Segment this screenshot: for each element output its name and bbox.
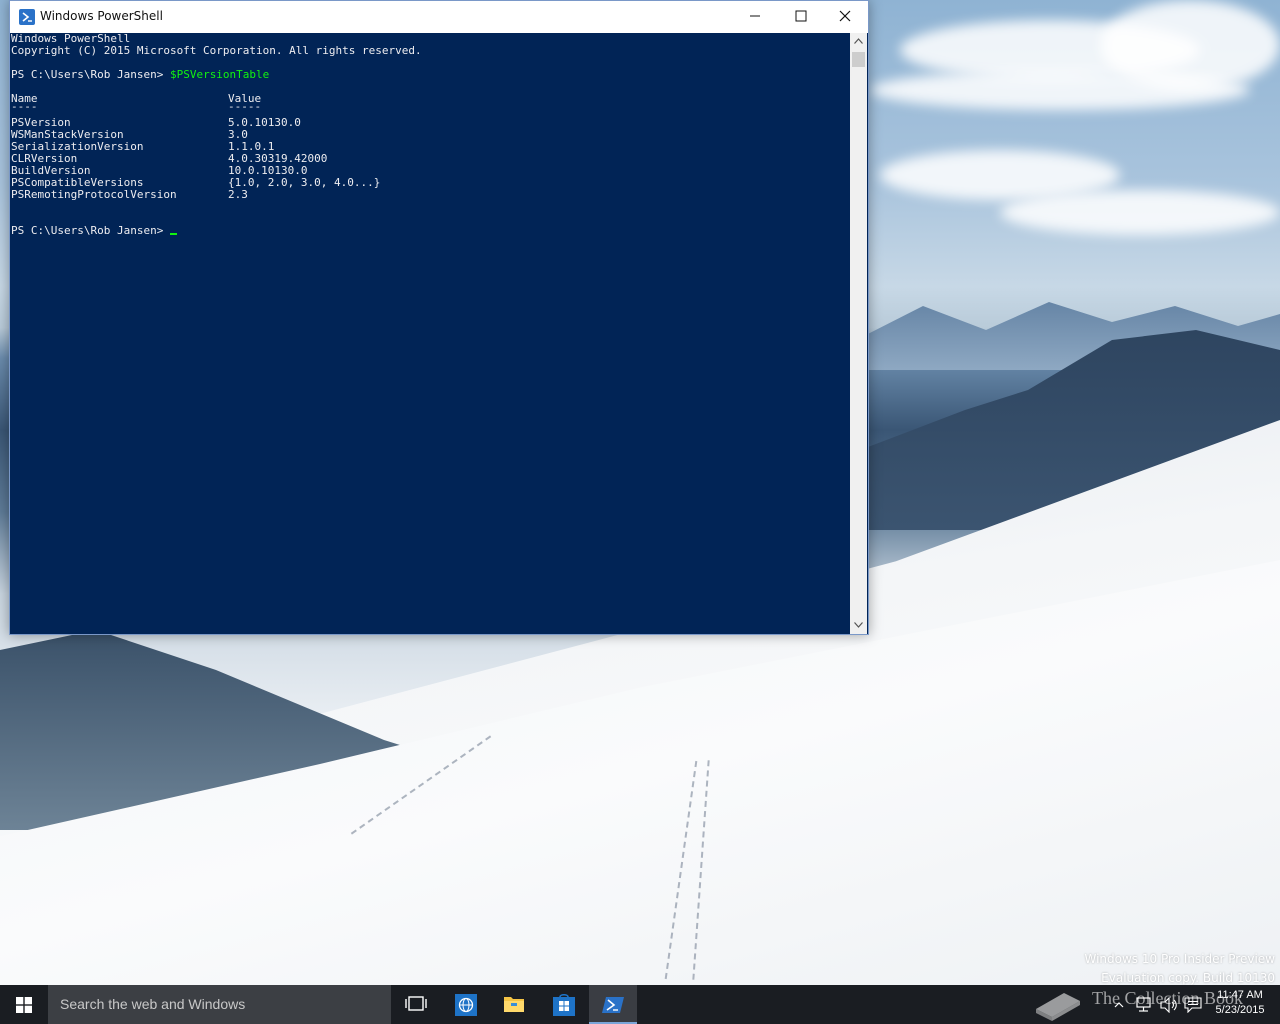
taskbar: Search the web and Windows The Collectio…: [0, 985, 1280, 1024]
powershell-icon: [602, 997, 624, 1013]
clock-time: 11:47 AM: [1217, 989, 1263, 1001]
scroll-down-button[interactable]: [850, 617, 867, 634]
book-icon: [1036, 993, 1080, 1021]
message-icon: [1184, 997, 1202, 1013]
network-icon: [1136, 997, 1151, 1012]
chevron-up-icon: [854, 38, 863, 44]
speaker-icon: [1160, 997, 1177, 1013]
close-icon: [839, 10, 851, 22]
console-copyright-line: Copyright (C) 2015 Microsoft Corporation…: [11, 44, 422, 57]
console-prompt-line[interactable]: PS C:\Users\Rob Jansen>: [11, 225, 177, 237]
scroll-up-button[interactable]: [850, 33, 867, 50]
watermark-edition: Windows 10 Pro Insider Preview: [1084, 952, 1275, 966]
action-center-button[interactable]: [1183, 985, 1203, 1024]
table-row-value: 2.3: [228, 188, 248, 201]
evaluation-watermark: Windows 10 Pro Insider Preview Evaluatio…: [1084, 950, 1275, 988]
search-placeholder: Search the web and Windows: [60, 996, 246, 1012]
text-cursor: [169, 233, 177, 235]
folder-icon: [504, 997, 524, 1012]
store-button[interactable]: [540, 985, 588, 1024]
close-button[interactable]: [822, 1, 868, 31]
chevron-down-icon: [854, 622, 863, 628]
prompt: PS C:\Users\Rob Jansen>: [11, 224, 170, 237]
title-bar[interactable]: Windows PowerShell: [10, 1, 868, 33]
window-title: Windows PowerShell: [40, 9, 163, 23]
cloud: [1000, 190, 1280, 235]
maximize-button[interactable]: [778, 1, 824, 31]
command-text: $PSVersionTable: [169, 68, 270, 81]
table-separator-name: ----: [11, 100, 38, 113]
network-button[interactable]: [1134, 985, 1154, 1024]
prompt: PS C:\Users\Rob Jansen>: [11, 68, 170, 81]
windows-logo-icon: [16, 997, 32, 1013]
globe-icon: [455, 994, 477, 1016]
vertical-scrollbar[interactable]: [850, 33, 867, 634]
clock-date: 5/23/2015: [1215, 1004, 1265, 1016]
table-row-value: {1.0, 2.0, 3.0, 4.0...}: [228, 176, 381, 189]
volume-button[interactable]: [1158, 985, 1180, 1024]
browser-taskbar-button[interactable]: [442, 985, 490, 1024]
cloud: [870, 70, 1250, 110]
maximize-icon: [795, 10, 807, 22]
taskbar-clock[interactable]: 11:47 AM 5/23/2015: [1205, 988, 1275, 1018]
file-explorer-button[interactable]: [490, 985, 538, 1024]
console-output[interactable]: Windows PowerShell Copyright (C) 2015 Mi…: [10, 33, 850, 634]
search-box[interactable]: Search the web and Windows: [48, 985, 391, 1024]
chevron-up-icon: [1114, 1002, 1124, 1008]
powershell-taskbar-button[interactable]: [589, 985, 637, 1024]
show-hidden-icons-button[interactable]: [1112, 985, 1126, 1024]
powershell-window[interactable]: Windows PowerShell Windows PowerShell Co…: [9, 0, 869, 635]
table-row-name: PSRemotingProtocolVersion: [11, 188, 177, 201]
task-view-icon: [405, 996, 427, 1011]
minimize-icon: [750, 15, 760, 17]
powershell-icon: [19, 9, 35, 25]
task-view-button[interactable]: [392, 985, 440, 1024]
store-icon: [553, 994, 575, 1016]
table-separator-value: -----: [228, 100, 262, 113]
start-button[interactable]: [0, 985, 48, 1024]
scroll-thumb[interactable]: [852, 52, 865, 67]
console-command-line: PS C:\Users\Rob Jansen> $PSVersionTable: [11, 69, 269, 81]
minimize-button[interactable]: [732, 1, 778, 31]
